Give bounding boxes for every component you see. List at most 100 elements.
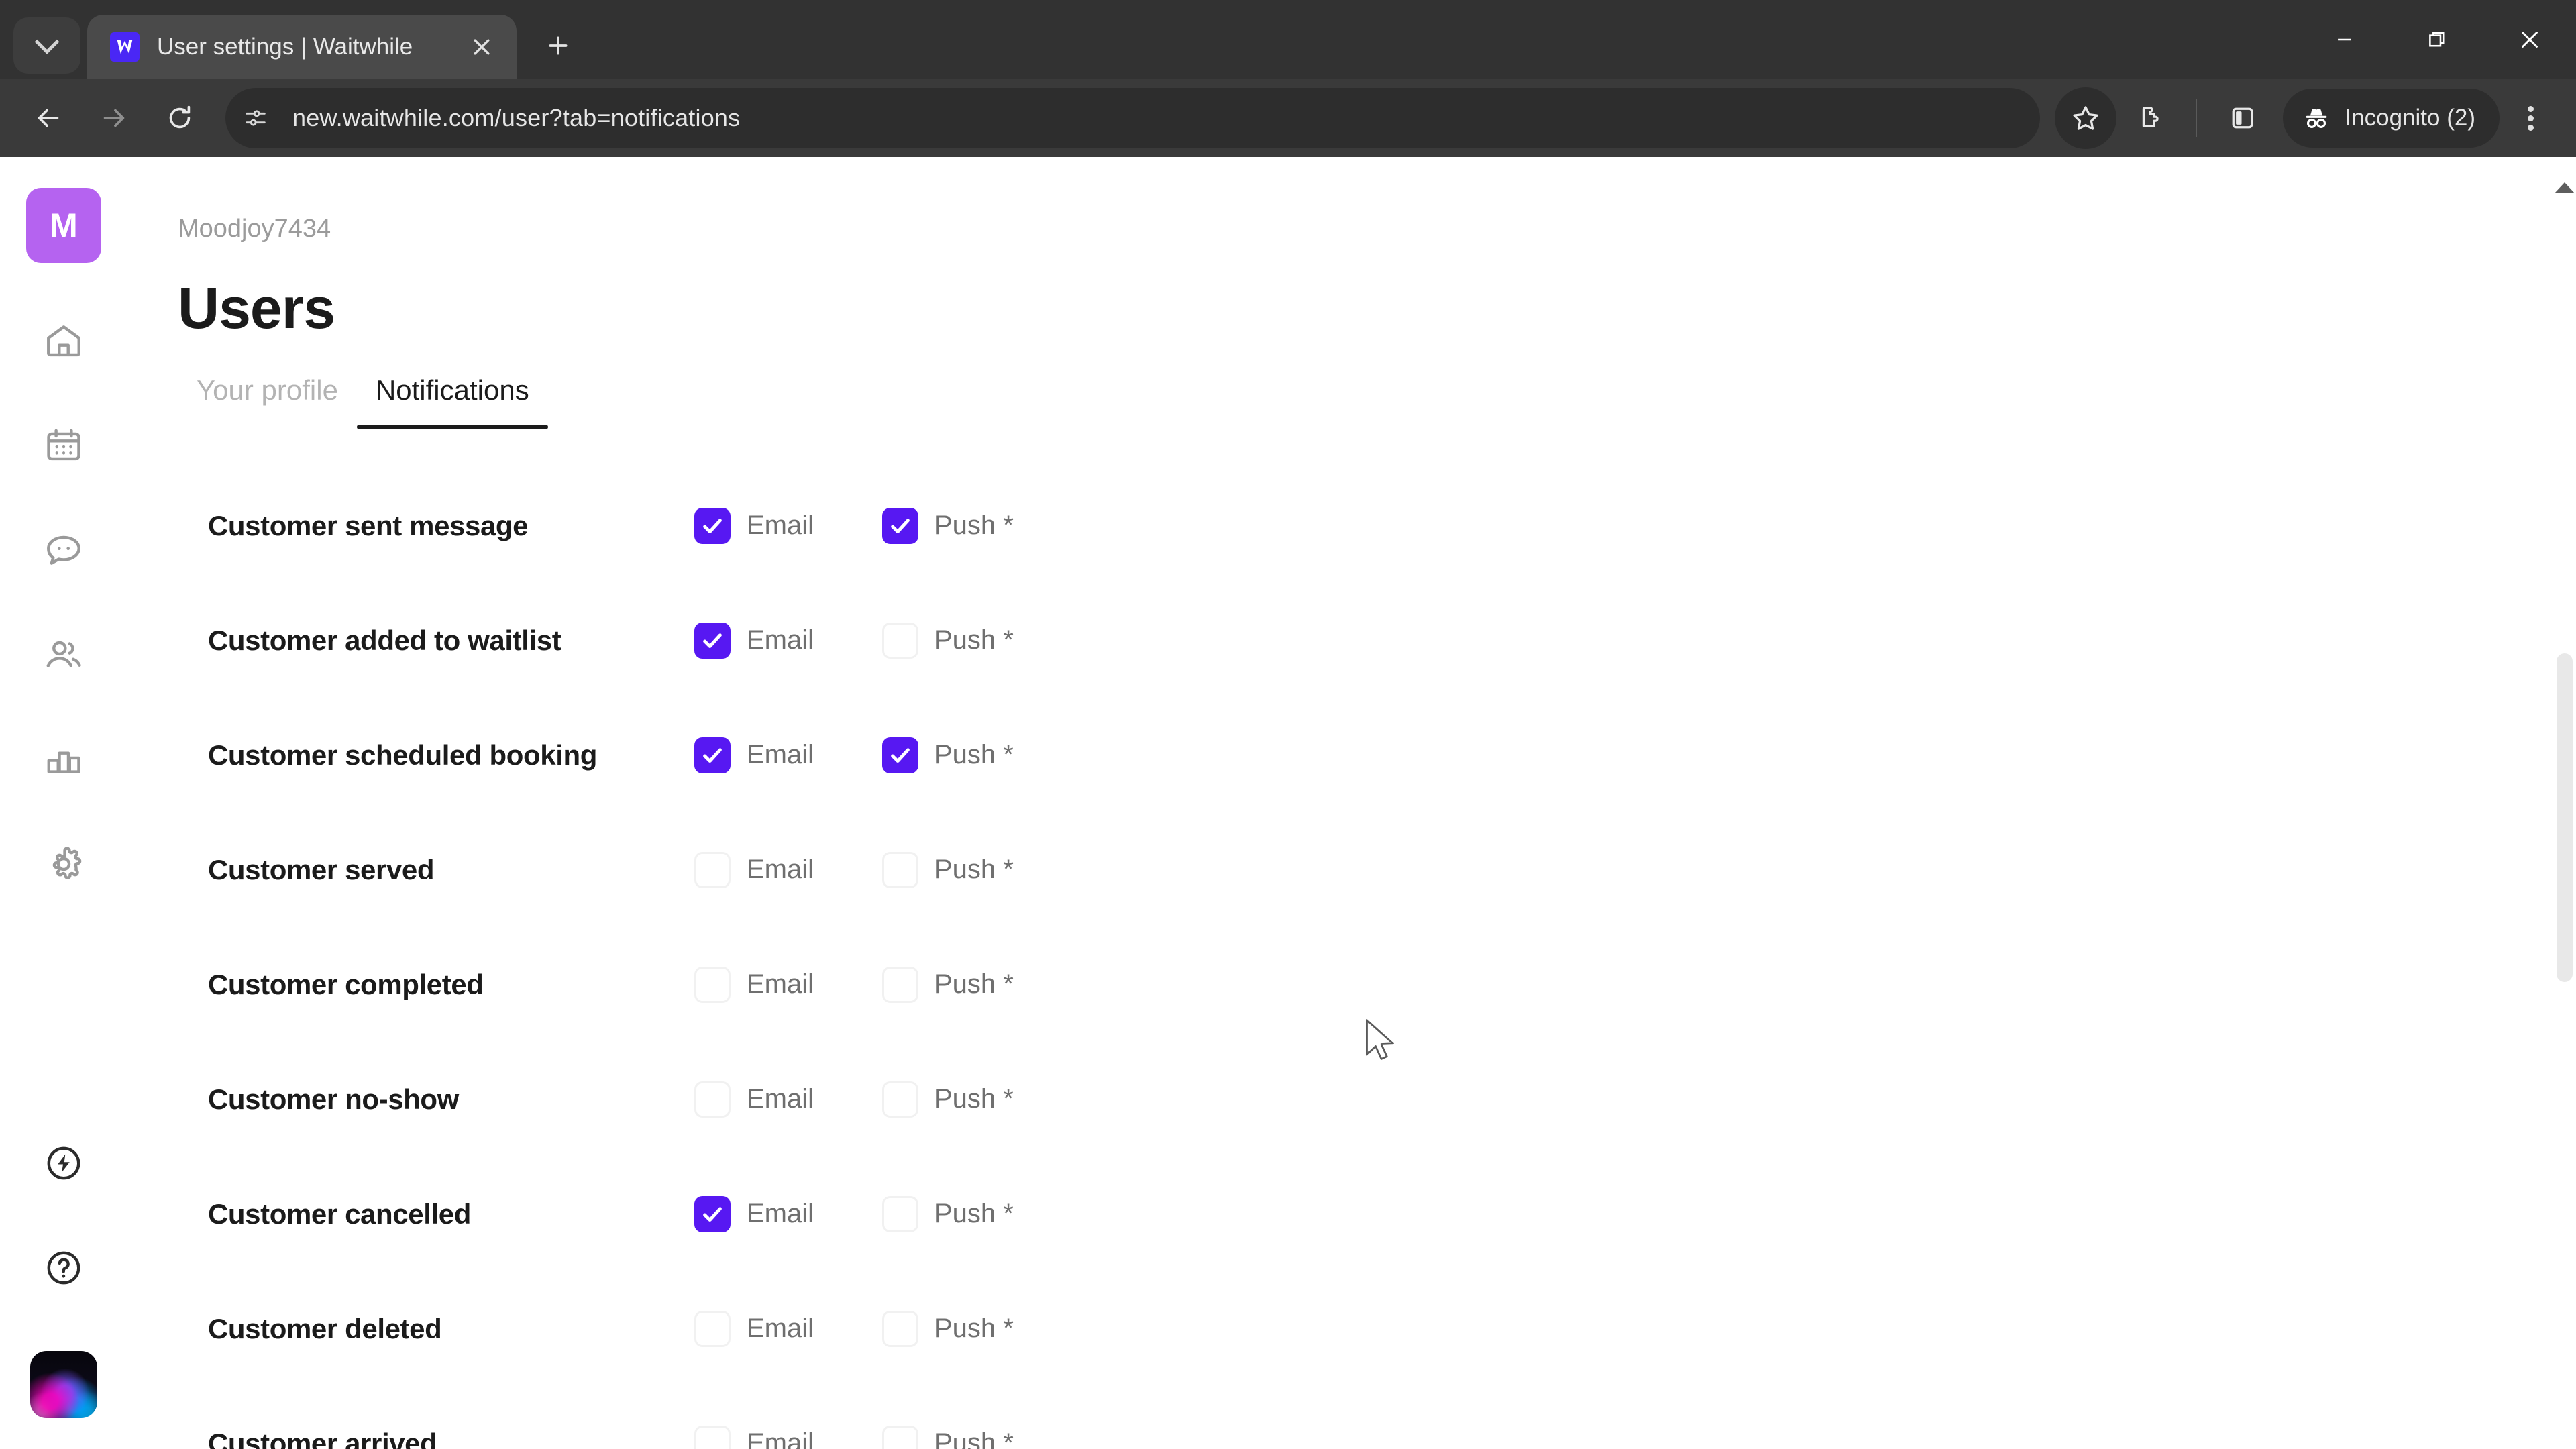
vertical-scrollbar[interactable] bbox=[2553, 157, 2576, 1449]
sidebar-item-calendar[interactable] bbox=[28, 409, 100, 482]
scroll-up-arrow-icon[interactable] bbox=[2555, 182, 2575, 193]
tab-notifications[interactable]: Notifications bbox=[356, 374, 548, 429]
side-panel-icon[interactable] bbox=[2212, 87, 2273, 149]
notification-row: Customer cancelled Email Push * bbox=[178, 1157, 2576, 1271]
push-checkbox[interactable] bbox=[882, 1425, 918, 1449]
incognito-hat-icon bbox=[2302, 103, 2331, 133]
extensions-puzzle-icon[interactable] bbox=[2119, 87, 2181, 149]
scrollbar-thumb[interactable] bbox=[2557, 653, 2573, 982]
push-checkbox[interactable] bbox=[882, 507, 918, 544]
email-label: Email bbox=[747, 855, 814, 884]
email-option[interactable]: Email bbox=[694, 1425, 882, 1449]
forward-arrow-icon[interactable] bbox=[83, 87, 145, 149]
sidebar-item-analytics[interactable] bbox=[28, 723, 100, 796]
push-checkbox[interactable] bbox=[882, 1310, 918, 1347]
tab-search-button[interactable] bbox=[13, 17, 80, 74]
email-label: Email bbox=[747, 1313, 814, 1343]
email-option[interactable]: Email bbox=[694, 737, 882, 773]
push-option[interactable]: Push * bbox=[882, 1425, 1070, 1449]
email-label: Email bbox=[747, 1428, 814, 1449]
push-option[interactable]: Push * bbox=[882, 1081, 1070, 1118]
email-checkbox[interactable] bbox=[694, 966, 731, 1003]
email-checkbox[interactable] bbox=[694, 1081, 731, 1118]
push-required-asterisk: * bbox=[1003, 625, 1014, 655]
email-option[interactable]: Email bbox=[694, 622, 882, 659]
push-label: Push * bbox=[934, 1428, 1014, 1449]
push-option[interactable]: Push * bbox=[882, 737, 1070, 773]
email-checkbox[interactable] bbox=[694, 1310, 731, 1347]
address-bar[interactable]: new.waitwhile.com/user?tab=notifications bbox=[225, 88, 2041, 148]
email-option[interactable]: Email bbox=[694, 851, 882, 888]
star-icon[interactable] bbox=[2055, 87, 2117, 149]
notification-row: Customer served Email Push * bbox=[178, 812, 2576, 927]
tab-title: User settings | Waitwhile bbox=[157, 34, 413, 60]
notification-row: Customer scheduled booking Email Push * bbox=[178, 698, 2576, 812]
sidebar-item-quick-actions[interactable] bbox=[28, 1127, 100, 1199]
app-sidebar: M bbox=[0, 157, 127, 1449]
push-checkbox[interactable] bbox=[882, 966, 918, 1003]
push-label: Push * bbox=[934, 740, 1014, 770]
maximize-icon[interactable] bbox=[2391, 0, 2483, 79]
push-required-asterisk: * bbox=[1003, 1084, 1014, 1114]
sidebar-bottom bbox=[28, 1127, 100, 1449]
notification-label: Customer cancelled bbox=[208, 1197, 471, 1230]
sidebar-item-home[interactable] bbox=[28, 305, 100, 377]
email-label: Email bbox=[747, 511, 814, 540]
notification-row: Customer completed Email Push * bbox=[178, 927, 2576, 1042]
browser-tab[interactable]: User settings | Waitwhile bbox=[87, 15, 517, 79]
email-label: Email bbox=[747, 625, 814, 655]
email-option[interactable]: Email bbox=[694, 1081, 882, 1118]
email-label: Email bbox=[747, 740, 814, 769]
email-checkbox[interactable] bbox=[694, 851, 731, 888]
email-checkbox[interactable] bbox=[694, 737, 731, 773]
push-checkbox[interactable] bbox=[882, 1081, 918, 1118]
push-option[interactable]: Push * bbox=[882, 1310, 1070, 1347]
email-option[interactable]: Email bbox=[694, 1310, 882, 1347]
push-label: Push * bbox=[934, 1313, 1014, 1344]
profile-incognito-button[interactable]: Incognito (2) bbox=[2283, 89, 2500, 148]
push-label: Push * bbox=[934, 1199, 1014, 1229]
notification-label: Customer sent message bbox=[208, 509, 529, 541]
push-required-asterisk: * bbox=[1003, 855, 1014, 884]
workspace-avatar[interactable]: M bbox=[26, 188, 101, 263]
sidebar-item-messages[interactable] bbox=[28, 514, 100, 586]
push-required-asterisk: * bbox=[1003, 511, 1014, 540]
push-label: Push * bbox=[934, 855, 1014, 885]
notification-label: Customer served bbox=[208, 853, 435, 885]
kebab-menu-icon[interactable] bbox=[2502, 87, 2559, 149]
minimize-icon[interactable] bbox=[2298, 0, 2391, 79]
page-title: Users bbox=[178, 276, 335, 341]
sidebar-item-settings[interactable] bbox=[28, 828, 100, 900]
back-arrow-icon[interactable] bbox=[17, 87, 79, 149]
push-option[interactable]: Push * bbox=[882, 1195, 1070, 1232]
email-option[interactable]: Email bbox=[694, 507, 882, 544]
push-text: Push bbox=[934, 1428, 996, 1449]
push-checkbox[interactable] bbox=[882, 1195, 918, 1232]
avatar-photo-icon[interactable] bbox=[30, 1351, 97, 1418]
email-checkbox[interactable] bbox=[694, 1425, 731, 1449]
push-checkbox[interactable] bbox=[882, 737, 918, 773]
notification-row: Customer arrived Email Push * bbox=[178, 1386, 2576, 1449]
email-option[interactable]: Email bbox=[694, 1195, 882, 1232]
reload-icon[interactable] bbox=[149, 87, 211, 149]
push-option[interactable]: Push * bbox=[882, 507, 1070, 544]
window-close-icon[interactable] bbox=[2483, 0, 2576, 79]
notification-label: Customer arrived bbox=[208, 1427, 437, 1449]
browser-toolbar: new.waitwhile.com/user?tab=notifications bbox=[0, 79, 2576, 157]
tab-your-profile[interactable]: Your profile bbox=[178, 374, 357, 429]
push-checkbox[interactable] bbox=[882, 622, 918, 659]
breadcrumb[interactable]: Moodjoy7434 bbox=[178, 157, 2576, 244]
sidebar-item-help[interactable] bbox=[28, 1232, 100, 1304]
email-option[interactable]: Email bbox=[694, 966, 882, 1003]
email-checkbox[interactable] bbox=[694, 1195, 731, 1232]
push-option[interactable]: Push * bbox=[882, 622, 1070, 659]
site-settings-icon[interactable] bbox=[231, 93, 280, 143]
push-option[interactable]: Push * bbox=[882, 966, 1070, 1003]
new-tab-button[interactable] bbox=[533, 20, 584, 71]
email-checkbox[interactable] bbox=[694, 507, 731, 544]
sidebar-item-customers[interactable] bbox=[28, 619, 100, 691]
push-option[interactable]: Push * bbox=[882, 851, 1070, 888]
email-checkbox[interactable] bbox=[694, 622, 731, 659]
close-icon[interactable] bbox=[464, 30, 499, 64]
push-checkbox[interactable] bbox=[882, 851, 918, 888]
